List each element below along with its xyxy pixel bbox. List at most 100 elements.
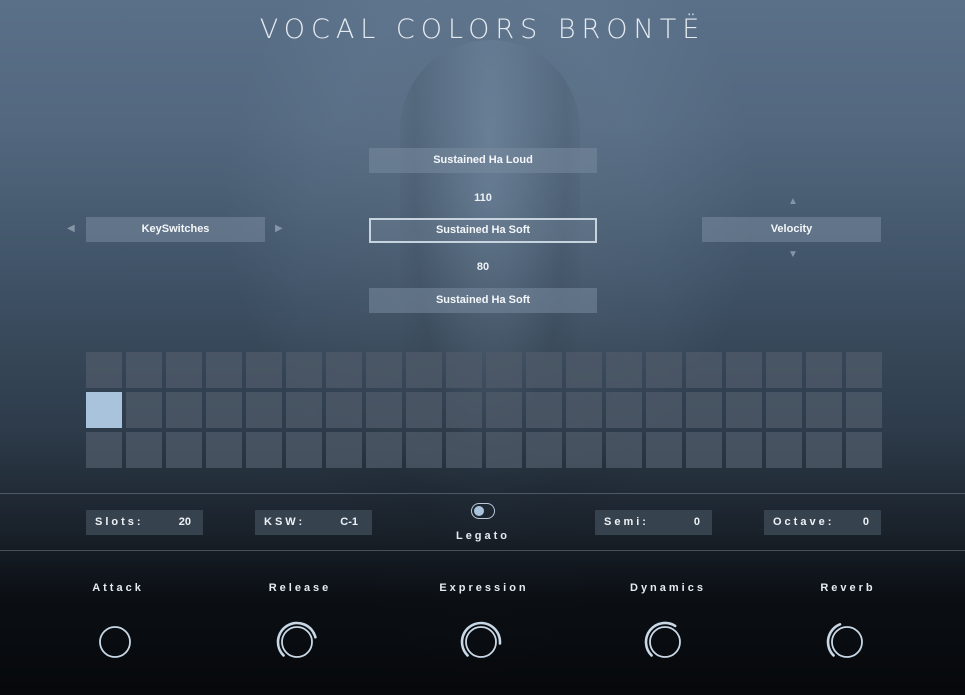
- knob-body-ring: [831, 626, 863, 658]
- lower-articulation-slot[interactable]: Sustained Ha Soft: [369, 288, 597, 313]
- slot-cell[interactable]: [686, 392, 722, 428]
- mode-next-arrow-icon[interactable]: ▶: [275, 223, 283, 234]
- slot-cell[interactable]: [606, 352, 642, 388]
- slot-cell[interactable]: [726, 432, 762, 468]
- slot-cell[interactable]: [446, 432, 482, 468]
- slot-cell[interactable]: [166, 432, 202, 468]
- slot-cell[interactable]: [86, 352, 122, 388]
- slot-cell[interactable]: [846, 392, 882, 428]
- slot-cell[interactable]: [366, 432, 402, 468]
- slot-cell[interactable]: [526, 392, 562, 428]
- slot-cell[interactable]: [86, 432, 122, 468]
- slot-cell[interactable]: [166, 352, 202, 388]
- slot-cell[interactable]: [126, 432, 162, 468]
- reverb-knob[interactable]: [825, 620, 869, 664]
- slot-cell[interactable]: [206, 392, 242, 428]
- slot-cell[interactable]: [486, 392, 522, 428]
- trigger-down-arrow-icon[interactable]: ▼: [788, 249, 798, 260]
- slot-cell[interactable]: [406, 432, 442, 468]
- slot-cell[interactable]: [766, 432, 802, 468]
- slot-cell-active[interactable]: [86, 392, 122, 428]
- slot-cell[interactable]: [726, 352, 762, 388]
- upper-articulation-slot[interactable]: Sustained Ha Loud: [369, 148, 597, 173]
- ksw-field[interactable]: KSW: C-1: [255, 510, 372, 535]
- slot-cell[interactable]: [846, 352, 882, 388]
- knob-body-ring: [465, 626, 497, 658]
- attack-label: Attack: [92, 582, 144, 594]
- slot-cell[interactable]: [606, 432, 642, 468]
- slot-cell[interactable]: [526, 352, 562, 388]
- slot-cell[interactable]: [166, 392, 202, 428]
- knob-body-ring: [649, 626, 681, 658]
- slot-cell[interactable]: [286, 432, 322, 468]
- expression-label: Expression: [439, 582, 529, 594]
- slot-cell[interactable]: [566, 352, 602, 388]
- dynamics-knob[interactable]: [643, 620, 687, 664]
- slots-value[interactable]: 20: [179, 510, 191, 535]
- settings-bottom-divider: [0, 550, 965, 551]
- settings-top-divider: [0, 493, 965, 494]
- semi-field[interactable]: Semi: 0: [595, 510, 712, 535]
- slot-cell[interactable]: [206, 352, 242, 388]
- keyswitch-slot-grid: [86, 352, 882, 468]
- slot-cell[interactable]: [246, 392, 282, 428]
- slot-cell[interactable]: [126, 352, 162, 388]
- slots-label: Slots:: [95, 516, 144, 528]
- mode-prev-arrow-icon[interactable]: ◀: [67, 223, 75, 234]
- release-knob[interactable]: [275, 620, 319, 664]
- octave-field[interactable]: Octave: 0: [764, 510, 881, 535]
- trigger-selector[interactable]: Velocity: [702, 217, 881, 242]
- slot-cell[interactable]: [206, 432, 242, 468]
- slot-cell[interactable]: [486, 352, 522, 388]
- lower-velocity-value: 80: [476, 261, 490, 273]
- slot-cell[interactable]: [686, 432, 722, 468]
- slot-cell[interactable]: [486, 432, 522, 468]
- slot-cell[interactable]: [806, 392, 842, 428]
- slot-cell[interactable]: [566, 392, 602, 428]
- release-label: Release: [268, 582, 332, 594]
- slot-cell[interactable]: [446, 352, 482, 388]
- current-articulation-slot[interactable]: Sustained Ha Soft: [369, 218, 597, 243]
- slot-cell[interactable]: [646, 352, 682, 388]
- slot-cell[interactable]: [326, 392, 362, 428]
- slot-cell[interactable]: [606, 392, 642, 428]
- slot-cell[interactable]: [406, 392, 442, 428]
- slot-cell[interactable]: [686, 352, 722, 388]
- slot-cell[interactable]: [366, 352, 402, 388]
- legato-toggle[interactable]: [471, 503, 495, 519]
- ksw-value[interactable]: C-1: [340, 510, 358, 535]
- octave-label: Octave:: [773, 516, 835, 528]
- slot-cell[interactable]: [846, 432, 882, 468]
- slot-cell[interactable]: [126, 392, 162, 428]
- attack-knob[interactable]: [93, 620, 137, 664]
- slot-cell[interactable]: [366, 392, 402, 428]
- slot-cell[interactable]: [246, 352, 282, 388]
- app-title: VOCAL COLORS BRONTË: [259, 14, 706, 45]
- slot-cell[interactable]: [646, 432, 682, 468]
- slot-cell[interactable]: [646, 392, 682, 428]
- trigger-up-arrow-icon[interactable]: ▲: [788, 196, 798, 207]
- slot-cell[interactable]: [806, 432, 842, 468]
- knob-body-ring: [99, 626, 131, 658]
- slot-cell[interactable]: [766, 392, 802, 428]
- semi-value[interactable]: 0: [694, 510, 700, 535]
- slot-cell[interactable]: [806, 352, 842, 388]
- legato-toggle-knob: [474, 506, 484, 516]
- slot-cell[interactable]: [526, 432, 562, 468]
- mode-selector[interactable]: KeySwitches: [86, 217, 265, 242]
- slot-cell[interactable]: [566, 432, 602, 468]
- slot-cell[interactable]: [286, 392, 322, 428]
- slot-cell[interactable]: [286, 352, 322, 388]
- upper-velocity-value: 110: [474, 192, 492, 204]
- expression-knob[interactable]: [459, 620, 503, 664]
- slot-cell[interactable]: [446, 392, 482, 428]
- octave-value[interactable]: 0: [863, 510, 869, 535]
- slot-cell[interactable]: [406, 352, 442, 388]
- slot-cell[interactable]: [326, 432, 362, 468]
- slot-cell[interactable]: [766, 352, 802, 388]
- slots-field[interactable]: Slots: 20: [86, 510, 203, 535]
- slot-cell[interactable]: [246, 432, 282, 468]
- ksw-label: KSW:: [264, 516, 306, 528]
- slot-cell[interactable]: [326, 352, 362, 388]
- slot-cell[interactable]: [726, 392, 762, 428]
